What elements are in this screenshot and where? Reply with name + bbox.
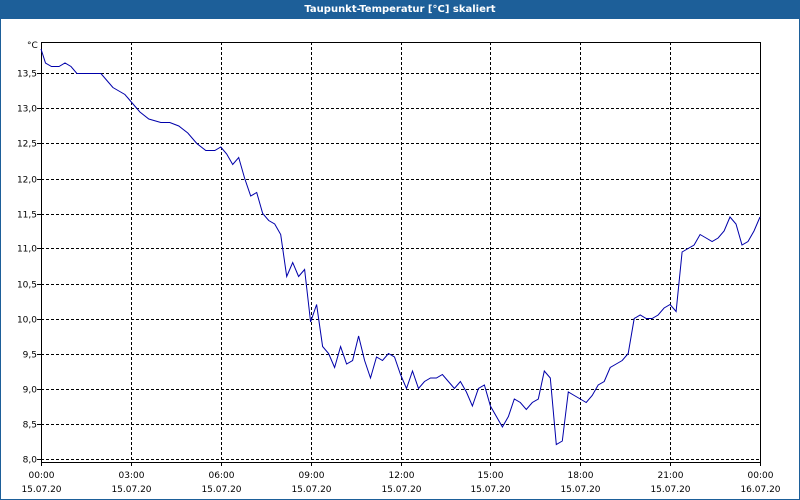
y-tick-label: 9,5 — [23, 351, 37, 361]
y-tick-label: 11,5 — [17, 211, 37, 221]
y-tick-label: 8,5 — [23, 421, 37, 431]
x-tick-time-label: 18:00 — [568, 471, 594, 481]
x-tick-time-label: 09:00 — [299, 471, 325, 481]
x-tick-date-label: 15.07.20 — [470, 485, 510, 495]
x-tick-time-label: 15:00 — [478, 471, 504, 481]
y-tick-label: 12,5 — [17, 140, 37, 150]
y-axis-unit-label: °C — [27, 41, 38, 51]
y-tick-label: 12,0 — [17, 176, 37, 186]
y-tick-label: 9,0 — [23, 386, 38, 396]
x-tick-date-label: 15.07.20 — [201, 485, 241, 495]
window-title: Taupunkt-Temperatur [°C] skaliert — [0, 0, 800, 19]
dewpoint-line-chart: 13,5 13,0 12,5 12,0 11,5 11,0 10,5 10,0 9,5 9,0 8,… — [17, 41, 781, 495]
x-tick-date-label: 15.07.20 — [21, 485, 61, 495]
x-tick-time-label: 21:00 — [658, 471, 684, 481]
x-tick-date-label: 15.07.20 — [650, 485, 690, 495]
x-tick-time-label: 00:00 — [748, 471, 774, 481]
x-tick-date-label: 15.07.20 — [111, 485, 151, 495]
x-tick-date-label: 15.07.20 — [560, 485, 600, 495]
x-tick-time-label: 00:00 — [29, 471, 55, 481]
grid — [41, 42, 760, 462]
axes — [37, 42, 761, 466]
y-tick-label: 8,0 — [23, 456, 38, 466]
chart-panel: 13,5 13,0 12,5 12,0 11,5 11,0 10,5 10,0 9,5 9,0 8,… — [0, 19, 800, 500]
y-tick-label: 10,5 — [17, 281, 37, 291]
y-tick-label: 13,0 — [17, 105, 37, 115]
x-tick-date-label: 15.07.20 — [381, 485, 421, 495]
x-tick-time-label: 12:00 — [389, 471, 415, 481]
x-tick-time-label: 06:00 — [209, 471, 235, 481]
x-tick-date-label: 15.07.20 — [291, 485, 331, 495]
x-tick-date-label: 16.07.20 — [740, 485, 780, 495]
y-tick-label: 13,5 — [17, 70, 37, 80]
y-tick-label: 10,0 — [17, 316, 37, 326]
x-tick-time-label: 03:00 — [119, 471, 145, 481]
y-tick-label: 11,0 — [17, 245, 37, 255]
